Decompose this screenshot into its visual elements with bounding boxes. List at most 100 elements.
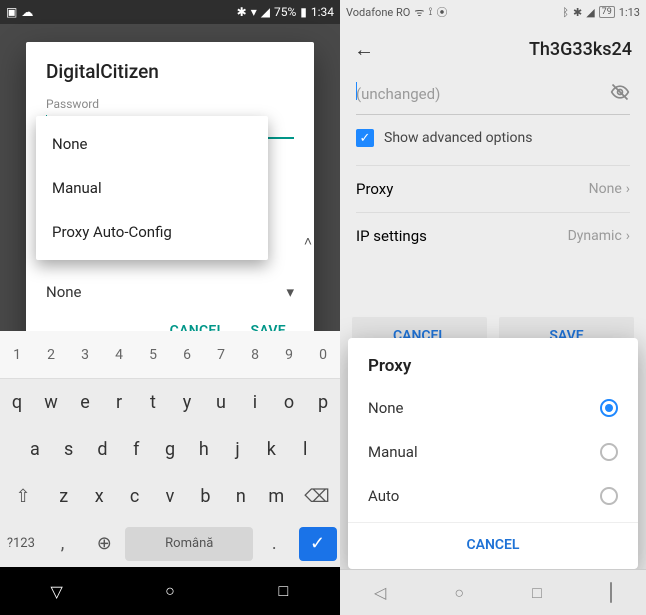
option-manual[interactable]: Manual xyxy=(348,430,638,474)
key-8[interactable]: 8 xyxy=(238,331,272,378)
key-l[interactable]: l xyxy=(288,426,322,473)
phone-right: Vodafone RO ᯤ ⟟ ⦿ ᛒ ✱ ◢ 79 1:13 ← Th3G33… xyxy=(340,0,646,615)
advanced-options-row[interactable]: ✓ Show advanced options xyxy=(356,115,630,165)
android-nav-bar: ▽ ○ □ xyxy=(0,567,340,615)
key-4[interactable]: 4 xyxy=(102,331,136,378)
key-1[interactable]: 1 xyxy=(0,331,34,378)
key-9[interactable]: 9 xyxy=(272,331,306,378)
key-h[interactable]: h xyxy=(187,426,221,473)
key-w[interactable]: w xyxy=(34,379,68,426)
globe-icon[interactable]: ⊕ xyxy=(83,520,125,567)
period-key[interactable]: . xyxy=(253,520,295,567)
signal-icon: ◢ xyxy=(586,6,594,19)
key-v[interactable]: v xyxy=(152,473,187,520)
proxy-dropdown: None Manual Proxy Auto-Config ˄ xyxy=(36,116,268,260)
nav-back-icon[interactable]: ◁ xyxy=(374,583,386,602)
chevron-up-icon[interactable]: ˄ xyxy=(304,233,312,250)
key-a[interactable]: a xyxy=(18,426,52,473)
battery-icon: ▮ xyxy=(300,5,307,19)
chevron-down-icon: ▾ xyxy=(286,283,294,301)
shift-key[interactable]: ⇧ xyxy=(0,473,46,520)
symbols-key[interactable]: ?123 xyxy=(0,520,42,567)
radio-selected-icon xyxy=(600,399,618,417)
back-icon[interactable]: ← xyxy=(354,37,509,62)
signal-icon: ◢ xyxy=(261,5,270,19)
space-key[interactable]: Română xyxy=(125,520,253,567)
sheet-cancel-button[interactable]: CANCEL xyxy=(348,522,638,563)
status-bar: Vodafone RO ᯤ ⟟ ⦿ ᛒ ✱ ◢ 79 1:13 xyxy=(340,0,646,24)
chevron-right-icon: › xyxy=(626,181,630,197)
nav-recent-icon[interactable]: □ xyxy=(532,583,542,603)
status-bar: ▣ ☁ ✱ ▾ ◢ 75% ▮ 1:34 xyxy=(0,0,340,24)
nav-keyboard-icon[interactable] xyxy=(610,583,612,602)
password-input[interactable]: (unchanged) xyxy=(356,74,630,115)
checkbox-checked-icon[interactable]: ✓ xyxy=(356,129,374,147)
key-u[interactable]: u xyxy=(204,379,238,426)
soft-keyboard: 1 2 3 4 5 6 7 8 9 0 q w e r t y u i o p … xyxy=(0,331,340,567)
radio-icon xyxy=(600,487,618,505)
chevron-right-icon: › xyxy=(626,228,630,244)
cloud-icon: ☁ xyxy=(21,5,33,19)
phone-left: ▣ ☁ ✱ ▾ ◢ 75% ▮ 1:34 DigitalCitizen Pass… xyxy=(0,0,340,615)
wifi-icon: ▾ xyxy=(251,5,257,19)
select-row[interactable]: None ▾ xyxy=(46,271,294,313)
key-f[interactable]: f xyxy=(119,426,153,473)
bluetooth-icon: ✱ xyxy=(237,5,247,19)
option-auto[interactable]: Auto xyxy=(348,474,638,518)
sheet-title: Proxy xyxy=(348,356,638,386)
key-g[interactable]: g xyxy=(153,426,187,473)
key-z[interactable]: z xyxy=(46,473,81,520)
key-3[interactable]: 3 xyxy=(68,331,102,378)
dropdown-item-pac[interactable]: Proxy Auto-Config xyxy=(36,210,268,254)
key-s[interactable]: s xyxy=(52,426,86,473)
proxy-row[interactable]: Proxy None› xyxy=(356,165,630,212)
image-icon: ▣ xyxy=(6,5,17,19)
radio-icon xyxy=(600,443,618,461)
enter-key[interactable]: ✓ xyxy=(295,520,340,567)
bluetooth-icon: ᛒ xyxy=(562,6,569,19)
password-label: Password xyxy=(46,97,294,111)
key-m[interactable]: m xyxy=(259,473,294,520)
nav-home-icon[interactable]: ○ xyxy=(159,580,181,602)
key-i[interactable]: i xyxy=(238,379,272,426)
key-e[interactable]: e xyxy=(68,379,102,426)
header: ← Th3G33ks24 xyxy=(340,24,646,74)
nfc-icon: ⟟ xyxy=(428,5,432,19)
key-2[interactable]: 2 xyxy=(34,331,68,378)
key-p[interactable]: p xyxy=(306,379,340,426)
key-t[interactable]: t xyxy=(136,379,170,426)
clock: 1:13 xyxy=(619,6,640,19)
nav-recent-icon[interactable]: □ xyxy=(272,580,294,602)
proxy-bottom-sheet: Proxy None Manual Auto CANCEL xyxy=(348,338,638,569)
key-y[interactable]: y xyxy=(170,379,204,426)
key-x[interactable]: x xyxy=(81,473,116,520)
key-j[interactable]: j xyxy=(221,426,255,473)
key-q[interactable]: q xyxy=(0,379,34,426)
key-r[interactable]: r xyxy=(102,379,136,426)
page-title: Th3G33ks24 xyxy=(529,39,632,60)
nav-home-icon[interactable]: ○ xyxy=(454,583,464,603)
dropdown-item-none[interactable]: None xyxy=(36,122,268,166)
key-o[interactable]: o xyxy=(272,379,306,426)
huawei-nav-bar: ◁ ○ □ xyxy=(340,569,646,615)
proxy-label: Proxy xyxy=(356,180,393,198)
key-6[interactable]: 6 xyxy=(170,331,204,378)
ip-settings-row[interactable]: IP settings Dynamic› xyxy=(356,212,630,259)
nav-back-icon[interactable]: ▽ xyxy=(46,580,68,602)
option-none[interactable]: None xyxy=(348,386,638,430)
dropdown-item-manual[interactable]: Manual xyxy=(36,166,268,210)
backspace-key[interactable]: ⌫ xyxy=(294,473,340,520)
comma-key[interactable]: , xyxy=(42,520,84,567)
key-5[interactable]: 5 xyxy=(136,331,170,378)
key-k[interactable]: k xyxy=(254,426,288,473)
key-n[interactable]: n xyxy=(223,473,258,520)
key-d[interactable]: d xyxy=(86,426,120,473)
eye-off-icon[interactable] xyxy=(610,82,630,106)
key-c[interactable]: c xyxy=(117,473,152,520)
key-0[interactable]: 0 xyxy=(306,331,340,378)
key-b[interactable]: b xyxy=(188,473,223,520)
advanced-label: Show advanced options xyxy=(384,130,532,146)
clock: 1:34 xyxy=(311,5,334,19)
hotspot-icon: ⦿ xyxy=(436,4,447,20)
key-7[interactable]: 7 xyxy=(204,331,238,378)
